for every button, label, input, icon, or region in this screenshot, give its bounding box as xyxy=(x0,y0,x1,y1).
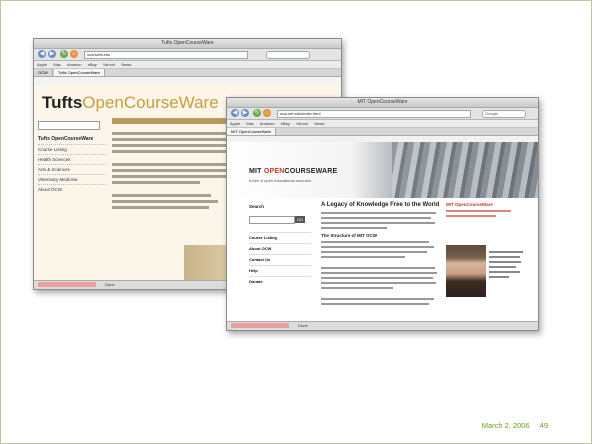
sidebar-item[interactable]: Course Listing xyxy=(249,232,311,240)
tab-active[interactable]: MIT OpenCourseWare xyxy=(227,128,277,135)
go-button[interactable]: GO xyxy=(295,216,305,224)
tab-active[interactable]: Tufts OpenCourseWare xyxy=(53,69,105,76)
logo-text-tufts: Tufts xyxy=(42,93,83,112)
bookmarks-bar: Apple Mac Amazon eBay Yahoo! News xyxy=(227,120,538,128)
site-tagline: a free & open educational resource xyxy=(249,178,312,183)
title-bar[interactable]: MIT OpenCourseWare xyxy=(227,98,538,113)
title-bar[interactable]: Tufts OpenCourseWare xyxy=(34,39,341,54)
slide-page-number: 49 xyxy=(539,421,548,430)
sidebar-item-label: Contact Us xyxy=(249,257,271,262)
back-arrow-icon[interactable]: ◀ xyxy=(38,50,46,58)
bookmark-item[interactable]: Yahoo! xyxy=(296,121,308,126)
logo-text-open: OPEN xyxy=(263,168,285,175)
portrait-photo xyxy=(446,245,486,297)
url-bar[interactable]: ocw.tufts.edu xyxy=(84,51,248,59)
sidebar-item-label: About OCW xyxy=(249,246,272,251)
photo-caption xyxy=(489,248,523,281)
progress-indicator xyxy=(38,282,96,288)
search-input[interactable]: Google xyxy=(482,110,526,118)
bookmark-item[interactable]: News xyxy=(121,62,131,67)
logo-text-ocw: OpenCourseWare xyxy=(82,93,219,112)
main-article: A Legacy of Knowledge Free to the World … xyxy=(321,202,441,308)
home-icon[interactable]: ⌂ xyxy=(70,50,78,58)
sidebar-item[interactable]: Arts & Sciences xyxy=(38,164,106,172)
window-title: MIT OpenCourseWare xyxy=(357,99,408,105)
announcement-link[interactable]: MIT OpenCourseWare xyxy=(446,202,518,207)
sidebar-item[interactable]: Contact Us xyxy=(249,254,311,262)
progress-indicator xyxy=(231,323,289,329)
sidebar-item-label: Course Listing xyxy=(249,235,278,240)
sidebar-item[interactable]: Veterinary Medicine xyxy=(38,174,106,182)
browser-window-mit-ocw[interactable]: MIT OpenCourseWare ◀ ▶ ↻ ⌂ ocw.mit.edu/i… xyxy=(226,97,539,331)
navigation-toolbar: ◀ ▶ ↻ ⌂ ocw.mit.edu/index.html Google xyxy=(227,108,538,120)
tab-bar: MIT OpenCourseWare xyxy=(227,128,538,136)
sidebar-announcement: MIT OpenCourseWare xyxy=(446,202,518,220)
sidebar-heading: Tufts OpenCourseWare xyxy=(38,136,94,142)
tab-bar: OCW Tufts OpenCourseWare xyxy=(34,69,341,77)
sidebar-item-label: Help xyxy=(249,268,258,273)
tab[interactable]: OCW xyxy=(34,69,53,76)
forward-arrow-icon[interactable]: ▶ xyxy=(241,109,249,117)
sidebar-item-label: Donate xyxy=(249,279,263,284)
article-headline: A Legacy of Knowledge Free to the World xyxy=(321,202,440,208)
article-subhead: The Structure of MIT OCW xyxy=(321,233,377,238)
slide-date: March 2, 2006 xyxy=(481,421,530,430)
bookmark-item[interactable]: Yahoo! xyxy=(103,62,115,67)
forward-arrow-icon[interactable]: ▶ xyxy=(48,50,56,58)
page-content: MIT OPENCOURSEWARE a free & open educati… xyxy=(227,142,538,322)
bookmarks-bar: Apple Mac Amazon eBay Yahoo! News xyxy=(34,61,341,69)
logo-text-mit: MIT xyxy=(249,168,262,175)
bookmark-item[interactable]: News xyxy=(314,121,324,126)
back-arrow-icon[interactable]: ◀ xyxy=(231,109,239,117)
window-title: Tufts OpenCourseWare xyxy=(161,40,214,46)
navigation-toolbar: ◀ ▶ ↻ ⌂ ocw.tufts.edu xyxy=(34,49,341,61)
bookmark-item[interactable]: eBay xyxy=(281,121,290,126)
status-text: Done xyxy=(298,323,308,328)
status-bar: Done xyxy=(227,321,538,330)
sidebar-search-input[interactable] xyxy=(38,121,100,130)
bookmark-item[interactable]: Amazon xyxy=(260,121,275,126)
bookmark-item[interactable]: Apple xyxy=(37,62,47,67)
sidebar-item[interactable]: Health Sciences xyxy=(38,154,106,162)
reload-icon[interactable]: ↻ xyxy=(60,50,68,58)
site-header: MIT OPENCOURSEWARE a free & open educati… xyxy=(227,142,538,198)
home-icon[interactable]: ⌂ xyxy=(263,109,271,117)
status-text: Done xyxy=(105,282,115,287)
bookmark-item[interactable]: Amazon xyxy=(67,62,82,67)
search-input[interactable] xyxy=(266,51,310,59)
sidebar: Search GO Course Listing About OCW Conta… xyxy=(249,202,311,320)
reload-icon[interactable]: ↻ xyxy=(253,109,261,117)
url-bar[interactable]: ocw.mit.edu/index.html xyxy=(277,110,471,118)
site-logo[interactable]: MIT OPENCOURSEWARE xyxy=(249,168,337,175)
bookmark-item[interactable]: Apple xyxy=(230,121,240,126)
sidebar-item[interactable]: About OCW xyxy=(38,184,106,192)
bookmark-item[interactable]: Mac xyxy=(53,62,61,67)
building-photo xyxy=(392,142,538,198)
bookmark-item[interactable]: Mac xyxy=(246,121,254,126)
sidebar-item[interactable]: About OCW xyxy=(249,243,311,251)
sidebar-item[interactable]: Donate xyxy=(249,276,311,284)
sidebar-search-input[interactable] xyxy=(249,215,295,224)
sidebar: Tufts OpenCourseWare Course Listing Heal… xyxy=(38,121,106,277)
slide-footer: March 2, 2006 49 xyxy=(482,421,548,430)
sidebar-item[interactable]: Course Listing xyxy=(38,144,106,152)
sidebar-item[interactable]: Help xyxy=(249,265,311,273)
logo-text-courseware: COURSEWARE xyxy=(284,168,338,175)
site-logo[interactable]: TuftsOpenCourseWare xyxy=(42,93,219,113)
bookmark-item[interactable]: eBay xyxy=(88,62,97,67)
search-label: Search xyxy=(249,204,265,209)
